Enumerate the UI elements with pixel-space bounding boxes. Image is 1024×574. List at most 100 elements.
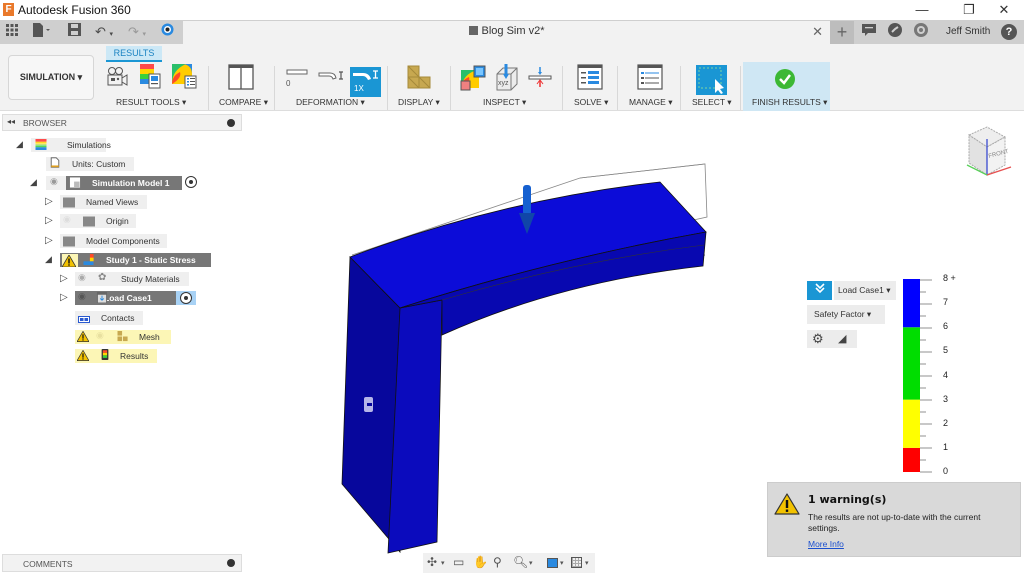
eye-icon[interactable]: ◉ xyxy=(78,272,86,283)
document-tab[interactable]: Blog Sim v2* ✕ xyxy=(183,21,830,44)
section-analysis-icon[interactable] xyxy=(527,67,553,94)
navigation-bar: ✣ ▾ ▭ ✋ ⚲ 🔍︎ ▾ ▾ ▾ xyxy=(423,553,595,573)
comments-panel-header[interactable]: COMMENTS xyxy=(2,554,242,572)
probes-icon[interactable] xyxy=(459,64,487,97)
result-details-icon[interactable] xyxy=(170,62,198,95)
scale-label: 1 xyxy=(943,441,949,452)
gear-icon[interactable]: ⚙ xyxy=(812,331,824,347)
close-tab-button[interactable]: ✕ xyxy=(812,24,823,40)
deformation-scale-label: 1X xyxy=(354,84,364,93)
grid-icon[interactable] xyxy=(571,557,582,568)
warning-panel: 1 warning(s) The results are not up-to-d… xyxy=(767,482,1021,557)
activate-load-case-radio[interactable] xyxy=(176,291,196,305)
tree-item-load-case[interactable]: Load Case1 xyxy=(75,291,176,305)
browser-title: BROWSER xyxy=(23,118,67,128)
min-max-icon[interactable]: ◢ xyxy=(838,332,846,345)
redo-icon[interactable]: ↷ ▾ xyxy=(128,23,146,41)
finish-results-menu[interactable]: FINISH RESULTS ▾ xyxy=(752,97,827,108)
expand-triangle-icon[interactable]: ▷ xyxy=(45,215,53,226)
tree-item-label: Model Components xyxy=(86,236,160,246)
finish-check-icon[interactable] xyxy=(774,68,796,95)
solve-menu[interactable]: SOLVE ▾ xyxy=(574,97,608,108)
select-button[interactable] xyxy=(696,65,727,95)
add-comment-icon[interactable] xyxy=(227,559,235,567)
browser-panel-header[interactable]: ◂◂ BROWSER xyxy=(2,114,242,131)
manage-menu[interactable]: MANAGE ▾ xyxy=(629,97,672,108)
adjusted-deformation-icon[interactable] xyxy=(318,70,344,89)
display-menu[interactable]: DISPLAY ▾ xyxy=(398,97,440,108)
inspect-menu[interactable]: INSPECT ▾ xyxy=(483,97,526,108)
orbit-dropdown-icon[interactable]: ▾ xyxy=(441,559,445,567)
new-tab-button[interactable]: + xyxy=(830,21,854,44)
display-settings-icon[interactable] xyxy=(547,558,558,568)
expand-triangle-icon[interactable]: ▷ xyxy=(60,292,68,303)
load-arrow-shaft xyxy=(523,185,531,215)
fit-icon[interactable]: 🔍︎ xyxy=(513,555,528,569)
tree-item-study-materials[interactable]: Study Materials xyxy=(75,272,189,286)
collapse-triangle-icon[interactable]: ◢ xyxy=(16,139,23,150)
orbit-icon[interactable]: ✣ xyxy=(427,555,437,569)
tree-item-label: Named Views xyxy=(86,197,139,207)
look-at-icon[interactable]: ▭ xyxy=(453,555,464,569)
tab-results[interactable]: RESULTS xyxy=(106,46,162,62)
animate-icon[interactable] xyxy=(106,66,128,93)
compare-menu[interactable]: COMPARE ▾ xyxy=(219,97,268,108)
document-cube-icon xyxy=(468,26,478,35)
actual-deformation-button[interactable]: 1X xyxy=(350,67,381,97)
deformation-menu[interactable]: DEFORMATION ▾ xyxy=(296,97,365,108)
grid-dropdown-icon[interactable]: ▾ xyxy=(585,559,589,567)
reaction-force-icon[interactable]: xyz xyxy=(493,64,519,97)
tree-item-simulation-model[interactable]: Simulation Model 1 xyxy=(66,176,182,190)
workspace-switcher[interactable]: SIMULATION ▾ xyxy=(8,55,94,100)
collapse-triangle-icon[interactable]: ◢ xyxy=(30,177,37,188)
tree-item-label: Results xyxy=(120,351,149,361)
zoom-dropdown-icon[interactable]: ▾ xyxy=(529,559,533,567)
result-surface-icon[interactable] xyxy=(138,62,162,95)
viewcube[interactable]: FRONT xyxy=(955,125,1015,183)
compare-icon[interactable] xyxy=(228,64,254,95)
pan-icon[interactable]: ✋ xyxy=(473,555,488,569)
more-info-link[interactable]: More Info xyxy=(808,539,844,549)
load-case-dropdown[interactable]: Load Case1 ▾ xyxy=(834,281,896,300)
file-menu-icon[interactable] xyxy=(32,23,50,41)
warning-message: The results are not up-to-date with the … xyxy=(808,512,981,533)
result-type-dropdown[interactable]: Safety Factor ▾ xyxy=(807,305,885,324)
history-icon[interactable] xyxy=(912,23,930,41)
job-status-icon[interactable] xyxy=(886,23,904,41)
expand-triangle-icon[interactable]: ▷ xyxy=(45,235,53,246)
help-icon[interactable]: ? xyxy=(1001,24,1017,40)
app-grid-icon[interactable] xyxy=(6,23,18,41)
expand-triangle-icon[interactable]: ▷ xyxy=(60,273,68,284)
hidden-eye-icon[interactable]: ◉ xyxy=(63,214,71,225)
solve-icon[interactable] xyxy=(577,64,603,95)
restore-button[interactable]: ❐ xyxy=(955,1,983,19)
select-menu[interactable]: SELECT ▾ xyxy=(692,97,732,108)
display-dropdown-icon[interactable]: ▾ xyxy=(560,559,564,567)
save-icon[interactable] xyxy=(68,23,81,41)
hidden-eye-icon[interactable]: ◉ xyxy=(96,330,104,341)
undo-icon[interactable]: ↶ ▾ xyxy=(95,23,113,41)
minimize-button[interactable]: — xyxy=(908,1,936,19)
close-window-button[interactable]: ✕ xyxy=(990,1,1018,19)
collapse-browser-icon[interactable]: ◂◂ xyxy=(7,117,15,126)
tree-item-model-components[interactable]: Model Components xyxy=(60,234,167,248)
zoom-icon[interactable]: ⚲ xyxy=(493,555,502,569)
result-tools-menu[interactable]: RESULT TOOLS ▾ xyxy=(116,97,186,108)
pin-icon[interactable] xyxy=(227,119,235,127)
notifications-icon[interactable] xyxy=(860,23,878,41)
manage-icon[interactable] xyxy=(637,64,663,95)
tree-item-origin[interactable]: Origin xyxy=(60,214,136,228)
model-viewport[interactable] xyxy=(330,150,730,560)
scale-label: 0 xyxy=(943,466,949,476)
collapse-legend-button[interactable] xyxy=(807,281,832,300)
eye-icon[interactable]: ◉ xyxy=(78,291,86,302)
ribbon-separator xyxy=(450,66,451,110)
user-account[interactable]: Jeff Smith xyxy=(946,26,990,37)
data-panel-icon[interactable] xyxy=(161,23,174,41)
expand-triangle-icon[interactable]: ▷ xyxy=(45,196,53,207)
eye-icon[interactable]: ◉ xyxy=(50,176,58,187)
display-mesh-icon[interactable] xyxy=(406,64,432,97)
warning-title: 1 warning(s) xyxy=(808,493,887,506)
collapse-triangle-icon[interactable]: ◢ xyxy=(45,254,52,265)
activate-radio[interactable] xyxy=(185,176,197,188)
